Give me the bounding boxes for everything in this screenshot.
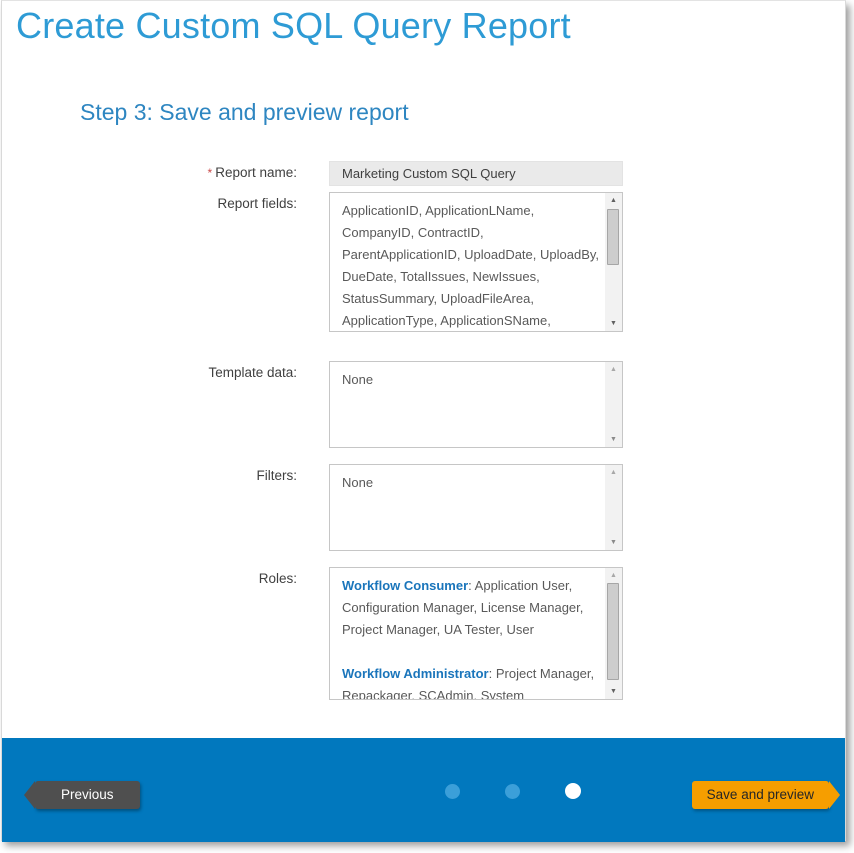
report-name-label: *Report name: xyxy=(2,161,297,180)
template-data-scrollbar[interactable]: ▲ ▼ xyxy=(605,362,622,447)
scroll-down-icon[interactable]: ▼ xyxy=(605,684,622,699)
role-group: Workflow Administrator: Project Manager,… xyxy=(342,663,601,699)
filters-row: Filters: None ▲ ▼ xyxy=(2,464,845,551)
role-group: Workflow Consumer: Application User, Con… xyxy=(342,575,601,641)
page-title: Create Custom SQL Query Report xyxy=(16,5,571,47)
scroll-down-icon[interactable]: ▼ xyxy=(605,432,622,447)
report-name-row: *Report name: xyxy=(2,161,845,186)
roles-row: Roles: Workflow Consumer: Application Us… xyxy=(2,567,845,700)
previous-button[interactable]: Previous xyxy=(35,781,140,809)
filters-label: Filters: xyxy=(2,464,297,483)
roles-value: Workflow Consumer: Application User, Con… xyxy=(330,568,605,699)
step-dot xyxy=(565,783,581,799)
wizard-footer-bar: Previous Save and preview xyxy=(2,738,845,842)
roles-scrollbar[interactable]: ▲ ▼ xyxy=(605,568,622,699)
report-fields-scrollbar[interactable]: ▲ ▼ xyxy=(605,193,622,331)
scroll-down-icon[interactable]: ▼ xyxy=(605,535,622,550)
report-fields-value: ApplicationID, ApplicationLName, Company… xyxy=(330,193,605,331)
scroll-up-icon[interactable]: ▲ xyxy=(605,362,622,377)
role-group-name: Workflow Administrator xyxy=(342,666,489,681)
template-data-box[interactable]: None ▲ ▼ xyxy=(329,361,623,448)
required-asterisk: * xyxy=(208,166,213,180)
scroll-thumb[interactable] xyxy=(607,583,619,680)
arrow-right-icon xyxy=(829,781,840,809)
report-form: *Report name: Report fields: Application… xyxy=(2,161,845,700)
report-fields-row: Report fields: ApplicationID, Applicatio… xyxy=(2,192,845,332)
scroll-up-icon[interactable]: ▲ xyxy=(605,568,622,583)
report-fields-box[interactable]: ApplicationID, ApplicationLName, Company… xyxy=(329,192,623,332)
template-data-label: Template data: xyxy=(2,361,297,380)
filters-box[interactable]: None ▲ ▼ xyxy=(329,464,623,551)
template-data-row: Template data: None ▲ ▼ xyxy=(2,361,845,448)
scroll-up-icon[interactable]: ▲ xyxy=(605,193,622,208)
template-data-value: None xyxy=(330,362,605,447)
scroll-down-icon[interactable]: ▼ xyxy=(605,316,622,331)
report-fields-label: Report fields: xyxy=(2,192,297,211)
report-name-input[interactable] xyxy=(329,161,623,186)
step-dot xyxy=(505,784,520,799)
roles-label: Roles: xyxy=(2,567,297,586)
wizard-page: Create Custom SQL Query Report Step 3: S… xyxy=(1,0,846,841)
roles-box[interactable]: Workflow Consumer: Application User, Con… xyxy=(329,567,623,700)
step-dot xyxy=(445,784,460,799)
role-group-name: Workflow Consumer xyxy=(342,578,468,593)
filters-value: None xyxy=(330,465,605,550)
scroll-up-icon[interactable]: ▲ xyxy=(605,465,622,480)
step-progress-dots xyxy=(445,784,581,799)
arrow-left-icon xyxy=(24,781,35,809)
filters-scrollbar[interactable]: ▲ ▼ xyxy=(605,465,622,550)
save-and-preview-button[interactable]: Save and preview xyxy=(692,781,829,809)
scroll-thumb[interactable] xyxy=(607,209,619,265)
step-heading: Step 3: Save and preview report xyxy=(80,99,409,126)
